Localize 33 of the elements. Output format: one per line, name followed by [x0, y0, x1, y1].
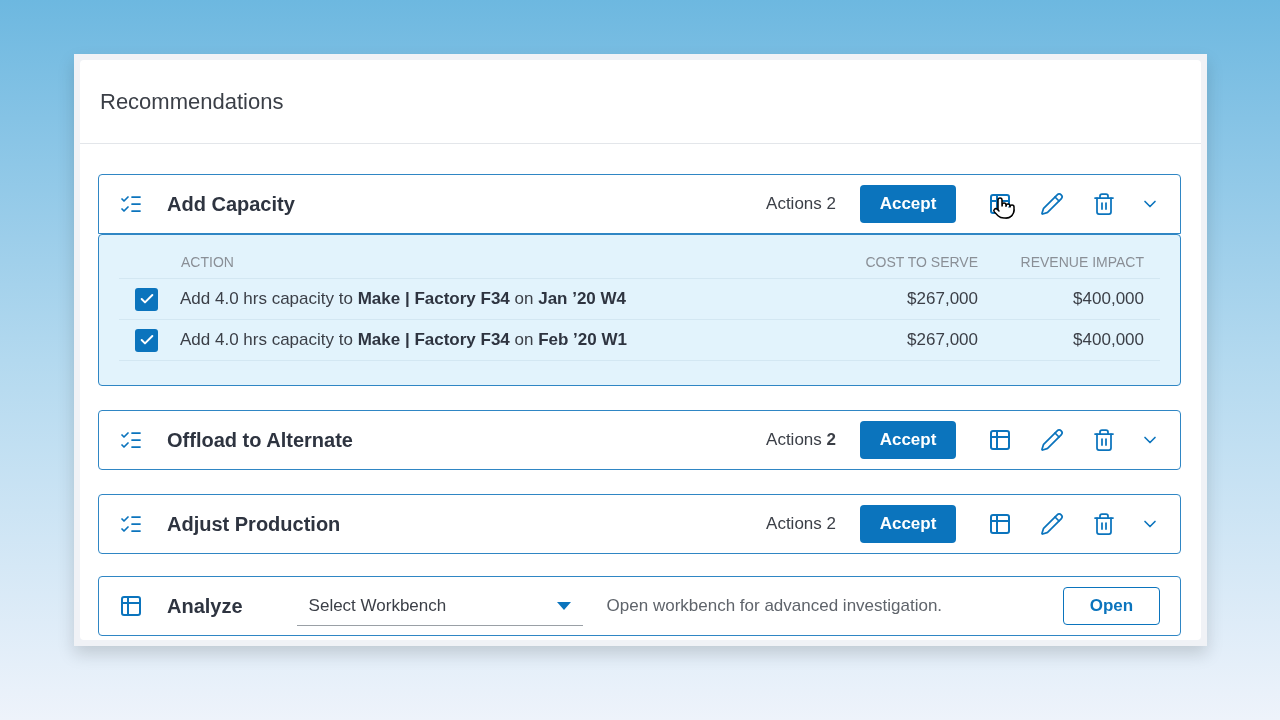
actions-count: Actions 2 [766, 193, 836, 216]
hint-text: Open workbench for advanced investigation. [606, 595, 943, 618]
analyze-title: Analyze [167, 594, 243, 619]
actions-count: Actions 2 [766, 513, 836, 536]
recommendation-title: Offload to Alternate [167, 428, 353, 453]
open-button[interactable]: Open [1063, 587, 1160, 625]
accept-button[interactable]: Accept [860, 505, 956, 543]
row-checkbox[interactable] [135, 328, 158, 352]
action-text: Add 4.0 hrs capacity to Make | Factory F34 on Feb ’20 W1 [180, 329, 627, 352]
column-header: COST TO SERVE [865, 253, 978, 272]
table-icon [119, 594, 143, 618]
recommendation-title: Adjust Production [167, 512, 341, 537]
recommendation-title: Add Capacity [167, 192, 295, 217]
accept-button[interactable]: Accept [860, 421, 956, 459]
delete-icon[interactable] [1092, 512, 1116, 536]
cost-cell-text: $267,000 [907, 288, 978, 311]
edit-icon[interactable] [1040, 428, 1064, 452]
row-checkbox[interactable] [135, 287, 158, 311]
dropdown-caret-icon [556, 601, 571, 610]
edit-icon[interactable] [1040, 192, 1064, 216]
accept-button[interactable]: Accept [860, 185, 956, 223]
action-text: Add 4.0 hrs capacity to Make | Factory F34 on Jan ’20 W4 [180, 288, 627, 311]
edit-icon[interactable] [1040, 512, 1064, 536]
workbench-select[interactable]: Select Workbench [296, 586, 583, 626]
actions-count: Actions 2 [766, 429, 836, 452]
revenue-cell-text: $400,000 [1072, 329, 1144, 352]
panel-title: Recommendations [100, 88, 284, 116]
column-header: ACTION [181, 253, 234, 272]
revenue-cell-text: $400,000 [1072, 288, 1144, 311]
cost-cell-text: $267,000 [907, 329, 978, 352]
delete-icon[interactable] [1092, 428, 1116, 452]
column-header: REVENUE IMPACT [1020, 253, 1144, 272]
delete-icon[interactable] [1092, 192, 1116, 216]
